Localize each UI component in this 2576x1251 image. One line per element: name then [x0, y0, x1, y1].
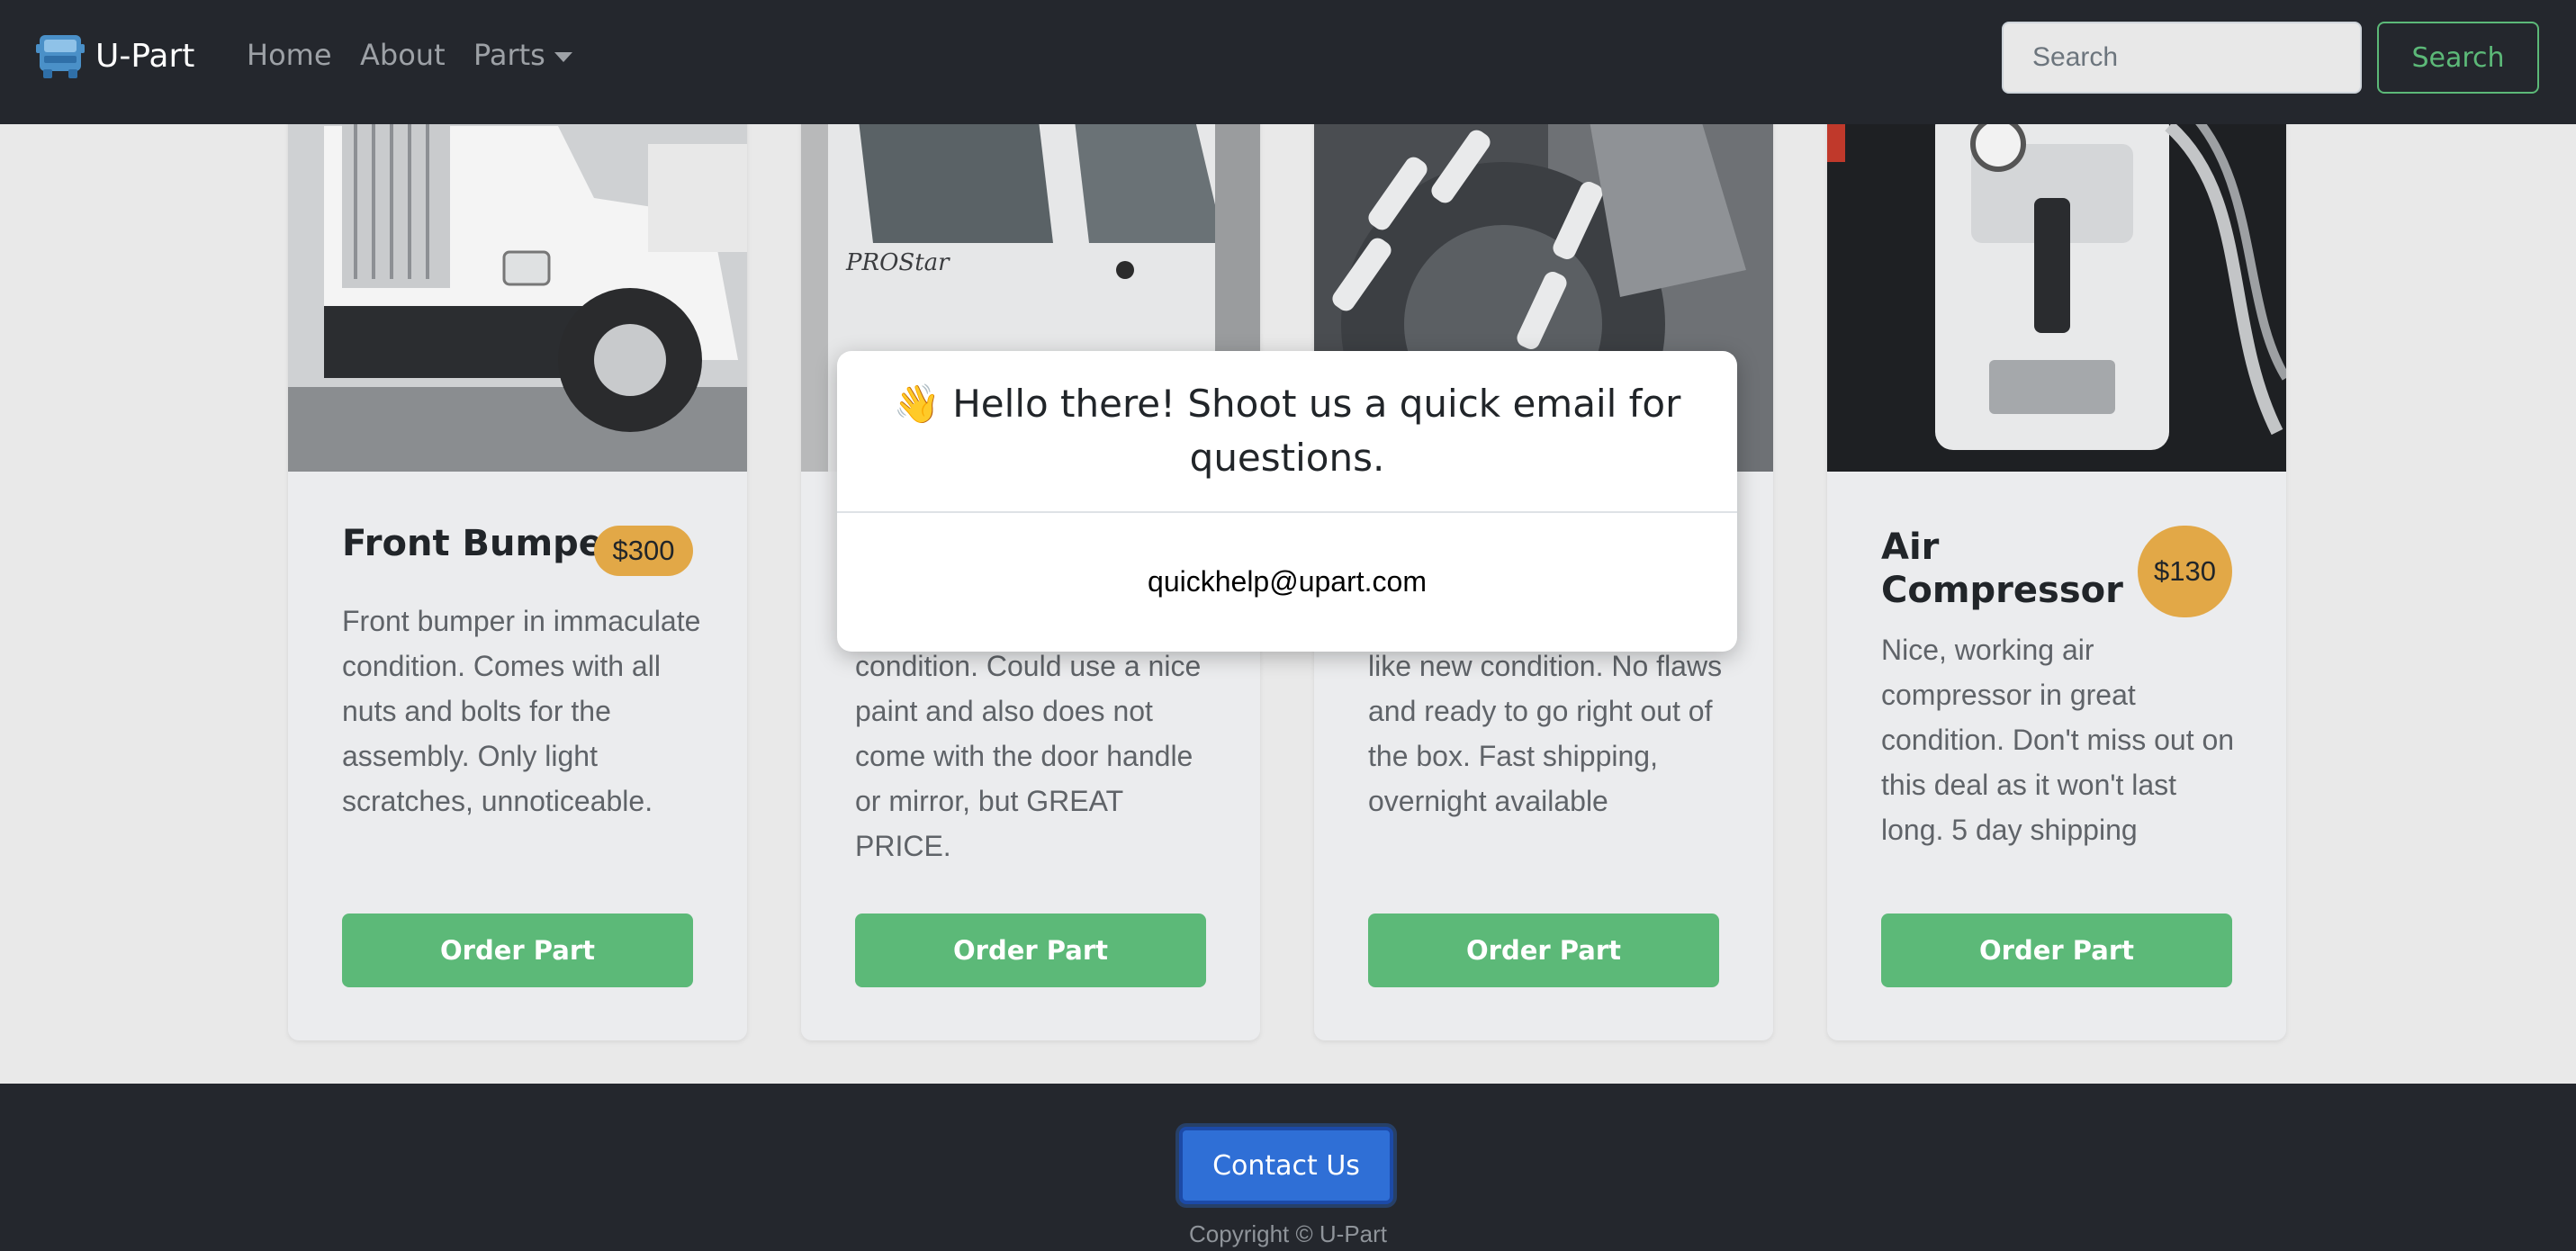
navbar: U-Part Home About Parts Search [0, 0, 2576, 124]
order-part-button[interactable]: Order Part [1881, 914, 2232, 987]
support-email[interactable]: quickhelp@upart.com [1148, 565, 1427, 598]
nav-about-link[interactable]: About [360, 38, 446, 72]
nav-parts-dropdown[interactable]: Parts [473, 38, 572, 72]
front-bumper-image [288, 90, 747, 472]
card-description: Front bumper in immaculate condition. Co… [342, 605, 701, 817]
modal-body: quickhelp@upart.com [837, 513, 1737, 650]
truck-logo-icon [36, 35, 85, 78]
nav-parts-label: Parts [473, 38, 545, 72]
copyright-text: Copyright © U-Part [1189, 1220, 1387, 1247]
svg-text:PROStar: PROStar [845, 249, 950, 276]
air-compressor-image [1827, 90, 2286, 472]
search-button[interactable]: Search [2377, 22, 2539, 94]
price-badge: $300 [594, 526, 693, 576]
search-input[interactable] [2002, 22, 2362, 94]
part-card-air-compressor: Air Compressor $130 Nice, working air co… [1827, 90, 2286, 1040]
card-description: condition. Could use a nice paint and al… [855, 650, 1202, 862]
nav-home-link[interactable]: Home [247, 38, 332, 72]
brand-name: U-Part [95, 37, 195, 75]
modal-header: 👋 Hello there! Shoot us a quick email fo… [837, 351, 1737, 513]
part-card-front-bumper: Front Bumper $300 Front bumper in immacu… [288, 90, 747, 1040]
card-description: Nice, working air compressor in great co… [1881, 634, 2235, 846]
order-part-button[interactable]: Order Part [342, 914, 693, 987]
card-description: like new condition. No flaws and ready t… [1368, 650, 1723, 817]
modal-title: 👋 Hello there! Shoot us a quick email fo… [893, 382, 1681, 480]
contact-us-button[interactable]: Contact Us [1179, 1127, 1393, 1204]
contact-modal: 👋 Hello there! Shoot us a quick email fo… [837, 351, 1737, 652]
brand[interactable]: U-Part [34, 27, 194, 85]
price-badge: $130 [2138, 526, 2232, 617]
card-title: Front Bumper [342, 523, 621, 564]
order-part-button[interactable]: Order Part [855, 914, 1206, 987]
chevron-down-icon [554, 51, 572, 62]
order-part-button[interactable]: Order Part [1368, 914, 1719, 987]
card-title: Air Compressor [1881, 526, 2123, 611]
footer: Contact Us Copyright © U-Part [0, 1084, 2576, 1251]
